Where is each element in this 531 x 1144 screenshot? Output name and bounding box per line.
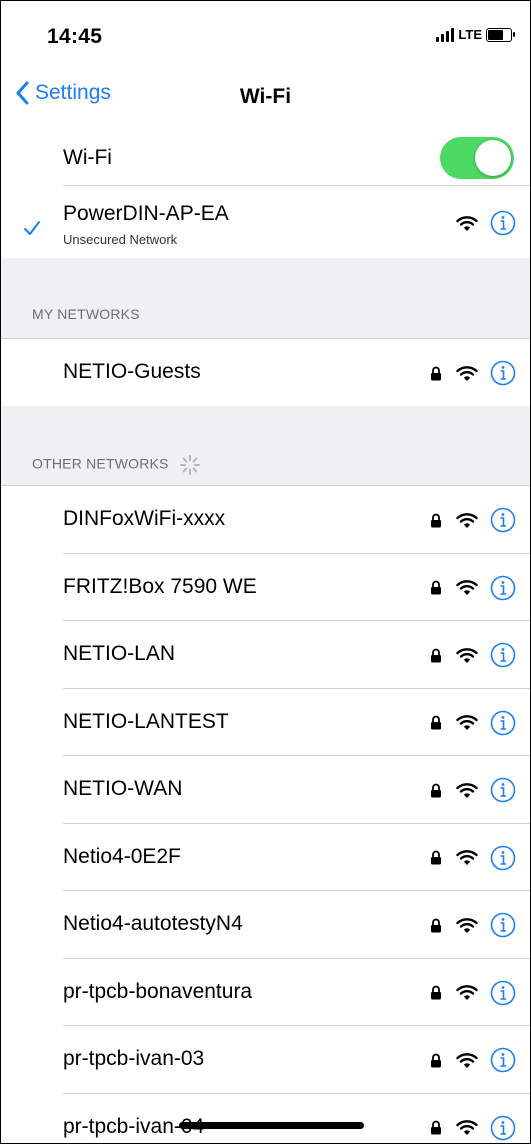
network-row[interactable]: FRITZ!Box 7590 WE xyxy=(1,553,530,621)
network-type-label: LTE xyxy=(458,27,482,42)
lock-icon xyxy=(431,648,441,662)
network-row[interactable]: NETIO-WAN xyxy=(1,756,530,824)
network-row[interactable]: pr-tpcb-ivan-03 xyxy=(1,1026,530,1094)
connected-network-row[interactable]: PowerDIN-AP-EA Unsecured Network xyxy=(1,186,530,258)
network-name: pr-tpcb-bonaventura xyxy=(63,979,253,1003)
wifi-icon xyxy=(456,850,478,865)
info-icon[interactable] xyxy=(490,912,516,938)
info-icon[interactable] xyxy=(490,1115,516,1141)
network-name: Netio4-0E2F xyxy=(63,844,181,868)
wifi-toggle-row: Wi-Fi xyxy=(1,129,530,185)
network-name: NETIO-WAN xyxy=(63,777,183,800)
phone-screen: 14:45 LTE Settings Wi-Fi Wi-Fi PowerDIN-… xyxy=(0,0,531,1144)
network-name: DINFoxWiFi-xxxx xyxy=(63,507,226,530)
wifi-icon xyxy=(456,580,478,595)
network-name: NETIO-Guests xyxy=(63,360,201,383)
network-row-icons xyxy=(430,912,516,938)
wifi-icon xyxy=(456,1052,478,1068)
network-row[interactable]: NETIO-LAN xyxy=(1,621,530,689)
info-icon[interactable] xyxy=(490,575,516,601)
network-row-icons xyxy=(430,980,516,1006)
network-name: FRITZ!Box 7590 WE xyxy=(63,574,257,598)
status-bar: 14:45 LTE xyxy=(1,1,530,71)
section-header-other-networks: OTHER NETWORKS xyxy=(32,454,201,476)
back-button[interactable]: Settings xyxy=(15,81,111,105)
back-button-label: Settings xyxy=(35,81,111,104)
network-row[interactable]: NETIO-LANTEST xyxy=(1,688,530,756)
wifi-toggle-label: Wi-Fi xyxy=(63,146,112,169)
lock-icon xyxy=(431,1120,441,1135)
toggle-knob xyxy=(475,140,511,176)
wifi-icon xyxy=(456,1120,478,1135)
lock-icon xyxy=(431,918,441,932)
network-name: NETIO-LANTEST xyxy=(63,709,229,733)
network-row-icons xyxy=(430,1047,516,1073)
lock-icon xyxy=(431,1053,441,1067)
network-row[interactable]: pr-tpcb-bonaventura xyxy=(1,958,530,1026)
wifi-icon xyxy=(456,647,478,663)
info-icon[interactable] xyxy=(490,777,516,803)
info-icon[interactable] xyxy=(490,710,516,736)
network-row-icons xyxy=(430,360,516,386)
network-row-icons xyxy=(430,642,516,668)
info-icon[interactable] xyxy=(490,507,516,533)
network-row-icons xyxy=(430,710,516,736)
wifi-icon xyxy=(456,985,478,1000)
connected-network-name: PowerDIN-AP-EA xyxy=(63,202,229,225)
connected-network-subtitle: Unsecured Network xyxy=(63,232,178,247)
info-icon[interactable] xyxy=(490,360,516,386)
network-row-icons xyxy=(430,1115,516,1141)
lock-icon xyxy=(431,366,441,380)
lock-icon xyxy=(431,715,441,730)
other-networks-header-text: OTHER NETWORKS xyxy=(32,455,169,472)
other-networks-section-header: OTHER NETWORKS xyxy=(1,406,530,485)
network-name: NETIO-LAN xyxy=(63,642,176,665)
network-row-icons xyxy=(430,777,516,803)
network-name: pr-tpcb-ivan-03 xyxy=(63,1047,205,1070)
lock-icon xyxy=(431,580,441,595)
info-icon[interactable] xyxy=(490,1047,516,1073)
page-title: Wi-Fi xyxy=(239,85,292,108)
navigation-bar: Settings Wi-Fi xyxy=(1,71,530,129)
info-icon[interactable] xyxy=(490,642,516,668)
network-name: Netio4-autotestyN4 xyxy=(63,912,243,935)
network-row[interactable]: Netio4-autotestyN4 xyxy=(1,891,530,959)
connected-network-icons xyxy=(456,210,516,236)
network-row-icons xyxy=(430,575,516,601)
network-row[interactable]: pr-tpcb-ivan-04 xyxy=(1,1093,530,1143)
status-indicators: LTE xyxy=(436,27,515,42)
network-row[interactable]: NETIO-Guests xyxy=(1,339,530,406)
wifi-icon xyxy=(456,782,478,798)
battery-icon xyxy=(486,27,515,42)
wifi-icon xyxy=(456,365,478,381)
lock-icon xyxy=(431,850,441,865)
wifi-icon xyxy=(456,512,478,528)
lock-icon xyxy=(431,513,441,527)
loading-spinner-icon xyxy=(179,455,200,475)
my-networks-section-header: MY NETWORKS xyxy=(1,258,530,338)
wifi-icon xyxy=(456,917,478,933)
section-header-my-networks: MY NETWORKS xyxy=(32,306,140,322)
info-icon[interactable] xyxy=(490,980,516,1006)
info-icon[interactable] xyxy=(490,210,516,236)
status-time: 14:45 xyxy=(47,25,103,48)
wifi-icon xyxy=(456,215,478,231)
wifi-toggle-switch[interactable] xyxy=(440,137,514,179)
cellular-signal-icon xyxy=(436,27,455,42)
wifi-icon xyxy=(456,715,478,730)
chevron-left-icon xyxy=(16,81,29,105)
network-row[interactable]: Netio4-0E2F xyxy=(1,823,530,891)
lock-icon xyxy=(431,783,441,797)
lock-icon xyxy=(431,985,441,1000)
home-indicator xyxy=(179,1122,364,1129)
network-row[interactable]: DINFoxWiFi-xxxx xyxy=(1,486,530,554)
network-row-icons xyxy=(430,845,516,871)
network-row-icons xyxy=(430,507,516,533)
info-icon[interactable] xyxy=(490,845,516,871)
checkmark-icon xyxy=(24,221,40,235)
